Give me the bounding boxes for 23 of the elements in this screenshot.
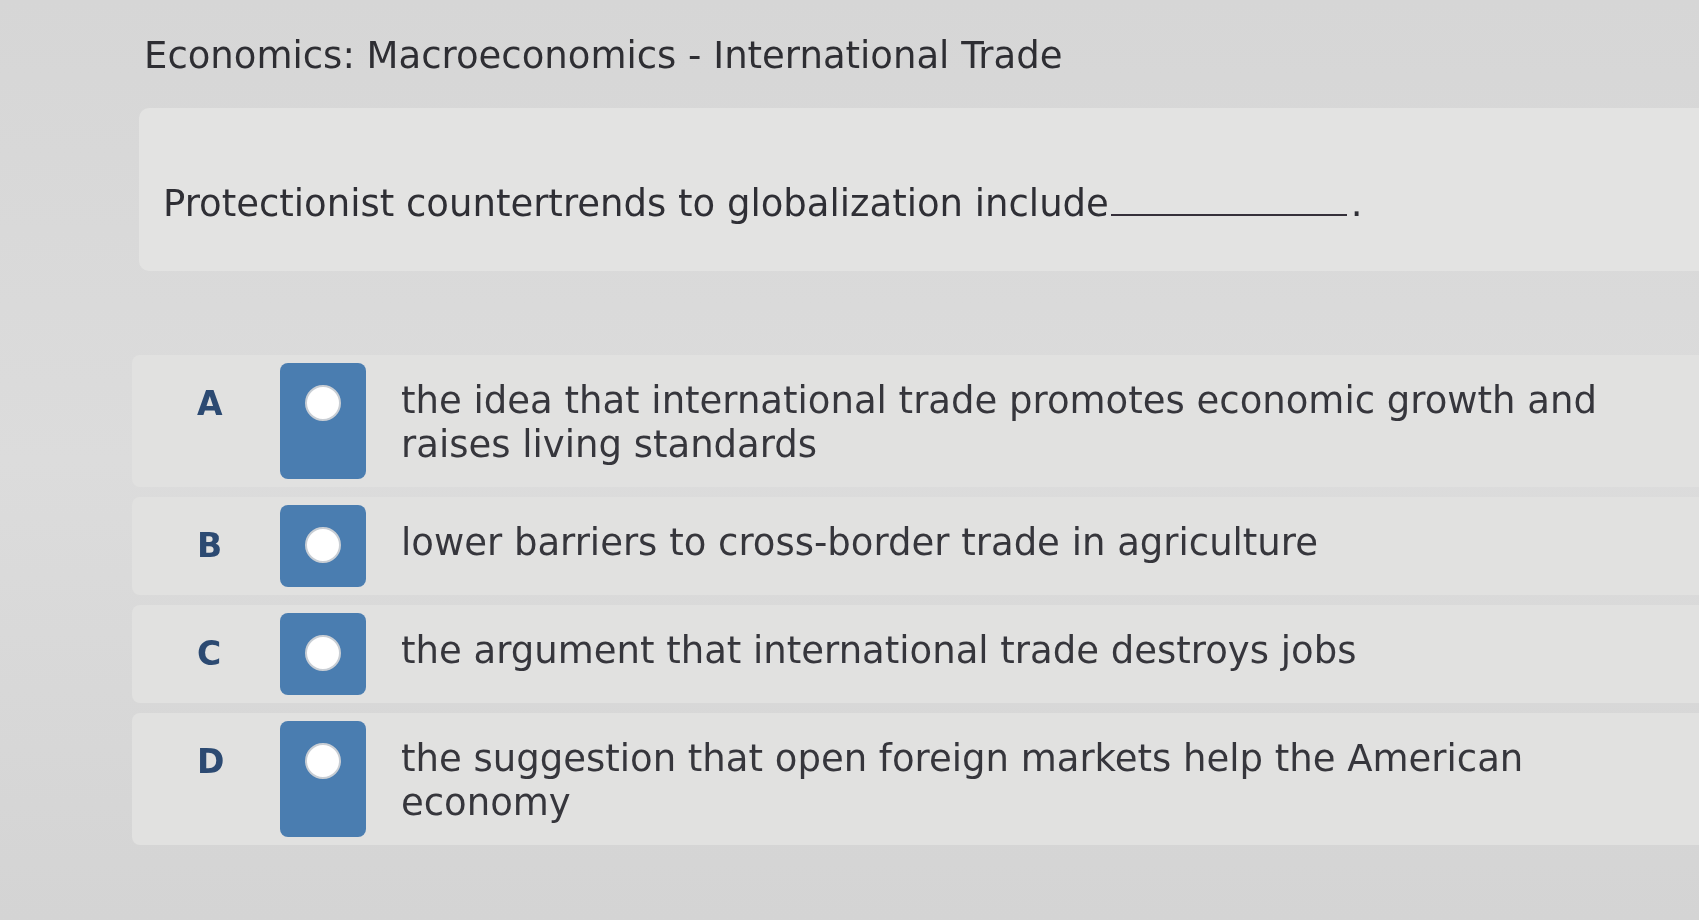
radio-ring-icon — [305, 635, 341, 671]
radio-ring-icon — [305, 385, 341, 421]
answer-option[interactable]: B lower barriers to cross-border trade in agriculture — [132, 497, 1699, 595]
question-text: Protectionist countertrends to globalization include — [163, 182, 1109, 226]
answer-option[interactable]: A the idea that international trade promotes economic growth and raises living standards — [132, 355, 1699, 487]
answer-option[interactable]: C the argument that international trade destroys jobs — [132, 605, 1699, 703]
option-letter: B — [197, 526, 223, 565]
option-text: the argument that international trade destroys jobs — [401, 628, 1358, 674]
radio-button[interactable] — [280, 613, 366, 695]
option-letter: D — [197, 742, 225, 781]
radio-ring-icon — [305, 527, 341, 563]
option-text: lower barriers to cross-border trade in agriculture — [401, 520, 1319, 566]
radio-ring-icon — [305, 743, 341, 779]
radio-button[interactable] — [280, 363, 366, 479]
option-letter: C — [197, 634, 222, 673]
option-letter: A — [197, 384, 223, 423]
question-punctuation: . — [1350, 182, 1363, 226]
option-text: the idea that international trade promotes economic growth and raises living standards — [401, 378, 1598, 468]
answer-option[interactable]: D the suggestion that open foreign markets help the American economy — [132, 713, 1699, 845]
option-text: the suggestion that open foreign markets help the American economy — [401, 736, 1525, 826]
radio-button[interactable] — [280, 505, 366, 587]
page-title: Economics: Macroeconomics - International Trade — [144, 33, 1063, 78]
radio-button[interactable] — [280, 721, 366, 837]
